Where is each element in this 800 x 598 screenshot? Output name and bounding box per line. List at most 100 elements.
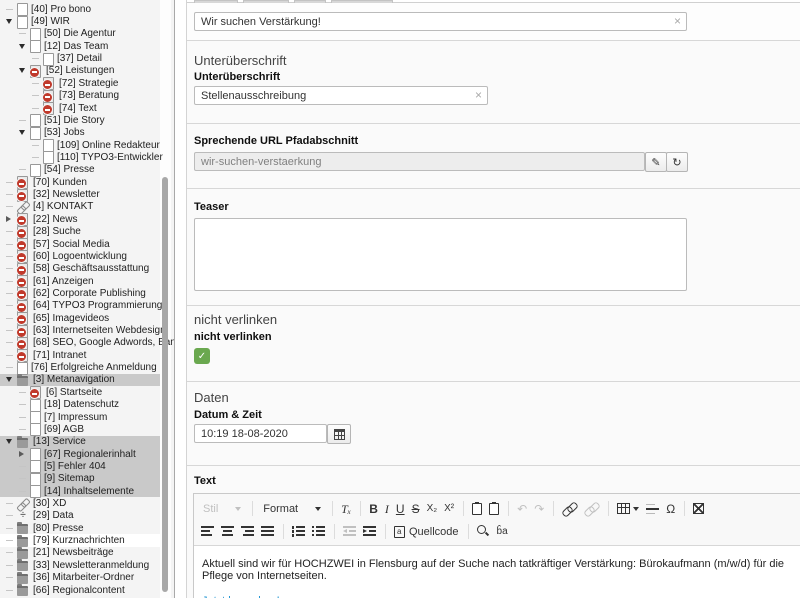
link-button[interactable]	[559, 500, 580, 518]
edit-slug-button[interactable]: ✎	[645, 152, 667, 172]
paste-from-word-button[interactable]	[469, 500, 485, 518]
table-button[interactable]	[614, 500, 642, 518]
tree-row[interactable]: [71] Intranet	[0, 349, 160, 361]
tree-row[interactable]: [79] Kurznachrichten	[0, 534, 160, 546]
tree-row[interactable]: [30] XD	[0, 497, 160, 509]
tree-row[interactable]: [61] Anzeigen	[0, 275, 160, 287]
slug-input[interactable]: wir-suchen-verstaerkung	[194, 152, 645, 171]
collapse-toggle-icon[interactable]	[19, 40, 30, 52]
align-right-button[interactable]	[238, 523, 257, 541]
format-select[interactable]: Format	[258, 500, 326, 518]
tree-row[interactable]: [5] Fehler 404	[0, 460, 160, 472]
tree-row[interactable]: [6] Startseite	[0, 386, 160, 398]
tree-row[interactable]: [22] News	[0, 213, 160, 225]
tree-row[interactable]: [68] SEO, Google Adwords, Banner	[0, 337, 160, 349]
chevron-down-icon	[235, 507, 241, 511]
underline-button[interactable]: U	[393, 500, 408, 518]
remove-format-button[interactable]: Tₓ	[338, 500, 354, 518]
tree-row[interactable]: [66] Regionalcontent	[0, 584, 160, 596]
tree-row[interactable]: [53] Jobs	[0, 127, 160, 139]
tree-row[interactable]: ÷[29] Data	[0, 510, 160, 522]
section-slug: Sprechende URL Pfadabschnitt wir-suchen-…	[187, 124, 800, 189]
no-link-checkbox[interactable]: ✓	[194, 348, 210, 364]
italic-button[interactable]: I	[382, 500, 392, 518]
collapse-toggle-icon[interactable]	[19, 127, 30, 139]
align-center-button[interactable]	[218, 523, 237, 541]
unlink-button[interactable]	[581, 500, 602, 518]
tree-row[interactable]: [57] Social Media	[0, 238, 160, 250]
tree-row[interactable]: [72] Strategie	[0, 77, 160, 89]
align-left-button[interactable]	[198, 523, 217, 541]
tree-row[interactable]: [49] WIR	[0, 15, 160, 27]
teaser-textarea[interactable]	[194, 218, 687, 291]
tree-row[interactable]: [69] AGB	[0, 423, 160, 435]
tree-row[interactable]: [36] Mitarbeiter-Ordner	[0, 572, 160, 584]
undo-button[interactable]: ↶	[514, 500, 530, 518]
tree-row[interactable]: [12] Das Team	[0, 40, 160, 52]
tree-row[interactable]: [74] Text	[0, 102, 160, 114]
tree-row[interactable]: [7] Impressum	[0, 411, 160, 423]
tree-row[interactable]: [65] Imagevideos	[0, 312, 160, 324]
subheader-input[interactable]: Stellenausschreibung ×	[194, 86, 488, 105]
tree-scrollbar-thumb[interactable]	[162, 177, 168, 592]
tree-row[interactable]: [64] TYPO3 Programmierung	[0, 300, 160, 312]
tree-row[interactable]: [70] Kunden	[0, 176, 160, 188]
tree-row[interactable]: [51] Die Story	[0, 114, 160, 126]
expand-toggle-icon[interactable]	[19, 448, 30, 460]
tree-row[interactable]: [3] Metanavigation	[0, 374, 160, 386]
tree-row[interactable]: [52] Leistungen	[0, 65, 160, 77]
recalculate-slug-button[interactable]: ↻	[666, 152, 688, 172]
tree-row[interactable]: [80] Presse	[0, 522, 160, 534]
collapse-toggle-icon[interactable]	[6, 16, 17, 28]
tree-row[interactable]: [14] Inhaltselemente	[0, 485, 160, 497]
tree-row[interactable]: [54] Presse	[0, 164, 160, 176]
clear-icon[interactable]: ×	[674, 14, 681, 28]
tree-row[interactable]: [110] TYPO3-Entwickler	[0, 151, 160, 163]
tree-row[interactable]: [21] Newsbeiträge	[0, 547, 160, 559]
tree-row[interactable]: [50] Die Agentur	[0, 28, 160, 40]
tree-row[interactable]: [60] Logoentwicklung	[0, 250, 160, 262]
tree-row[interactable]: [76] Erfolgreiche Anmeldung	[0, 361, 160, 373]
subscript-button[interactable]: X₂	[424, 500, 441, 518]
align-justify-button[interactable]	[258, 523, 277, 541]
bold-button[interactable]: B	[366, 500, 381, 518]
paste-as-text-button[interactable]	[486, 500, 502, 518]
style-select[interactable]: Stil	[198, 500, 246, 518]
tree-row[interactable]: [67] Regionalerinhalt	[0, 448, 160, 460]
search-button[interactable]	[474, 523, 493, 541]
collapse-toggle-icon[interactable]	[6, 436, 17, 448]
datepicker-button[interactable]	[327, 424, 351, 444]
outdent-button[interactable]	[340, 523, 359, 541]
tree-row[interactable]: [28] Suche	[0, 225, 160, 237]
tree-row[interactable]: [18] Datenschutz	[0, 399, 160, 411]
tree-row[interactable]: [33] Newsletteranmeldung	[0, 559, 160, 571]
horizontal-line-button[interactable]	[643, 500, 662, 518]
tree-row[interactable]: [58] Geschäftsausstattung	[0, 263, 160, 275]
tree-row[interactable]: [32] Newsletter	[0, 188, 160, 200]
source-button[interactable]: Quellcode	[391, 523, 462, 541]
tree-row[interactable]: [40] Pro bono	[0, 3, 160, 15]
collapse-toggle-icon[interactable]	[6, 374, 17, 386]
tree-row[interactable]: [4] KONTAKT	[0, 201, 160, 213]
tree-row[interactable]: [37] Detail	[0, 52, 160, 64]
replace-button[interactable]: b̂a	[494, 523, 511, 541]
strikethrough-button[interactable]: S	[409, 500, 423, 518]
superscript-button[interactable]: X²	[441, 500, 457, 518]
unordered-list-button[interactable]	[309, 523, 328, 541]
tree-row[interactable]: [109] Online Redakteur	[0, 139, 160, 151]
maximize-button[interactable]	[690, 500, 707, 518]
special-character-button[interactable]: Ω	[663, 500, 678, 518]
redo-button[interactable]: ↷	[531, 500, 547, 518]
rte-content-area[interactable]: Aktuell sind wir für HOCHZWEI in Flensbu…	[194, 546, 800, 598]
indent-button[interactable]	[360, 523, 379, 541]
tree-row[interactable]: [63] Internetseiten Webdesign	[0, 324, 160, 336]
tree-connector	[19, 399, 30, 411]
tree-row[interactable]: [9] Sitemap	[0, 473, 160, 485]
tree-row[interactable]: [13] Service	[0, 436, 160, 448]
headline-input[interactable]: Wir suchen Verstärkung! ×	[194, 12, 687, 31]
tree-row[interactable]: [73] Beratung	[0, 90, 160, 102]
ordered-list-button[interactable]	[289, 523, 308, 541]
tree-row[interactable]: [62] Corporate Publishing	[0, 287, 160, 299]
datetime-input[interactable]: 10:19 18-08-2020	[194, 424, 327, 443]
clear-icon[interactable]: ×	[475, 88, 482, 102]
